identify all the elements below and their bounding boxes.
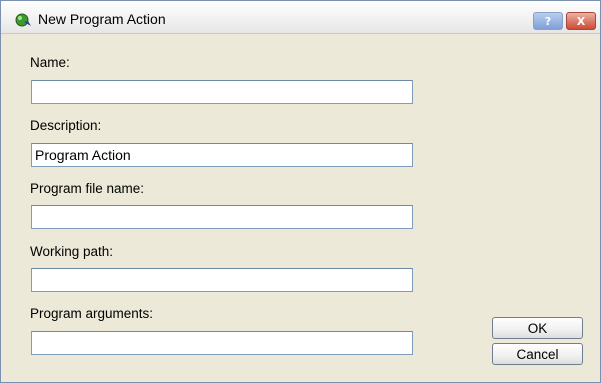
program-arguments-field[interactable] — [31, 331, 413, 355]
program-file-name-label: Program file name: — [30, 181, 145, 196]
description-field[interactable] — [31, 143, 413, 167]
close-icon: X — [576, 14, 586, 28]
name-field[interactable] — [31, 80, 413, 104]
program-file-name-field[interactable] — [31, 205, 413, 229]
description-label: Description: — [30, 118, 102, 133]
working-path-label: Working path: — [30, 244, 114, 259]
program-arguments-label: Program arguments: — [30, 306, 154, 321]
window-title: New Program Action — [38, 11, 166, 27]
help-button[interactable]: ? — [533, 12, 563, 30]
help-icon: ? — [544, 14, 552, 28]
title-bar[interactable]: New Program Action ? X — [1, 1, 600, 34]
ok-button[interactable]: OK — [492, 317, 583, 339]
app-icon — [14, 13, 32, 27]
close-button[interactable]: X — [566, 12, 596, 30]
new-program-action-dialog: New Program Action ? X Name: Description… — [0, 0, 601, 383]
name-label: Name: — [30, 55, 70, 70]
working-path-field[interactable] — [31, 268, 413, 292]
cancel-button[interactable]: Cancel — [492, 343, 583, 365]
